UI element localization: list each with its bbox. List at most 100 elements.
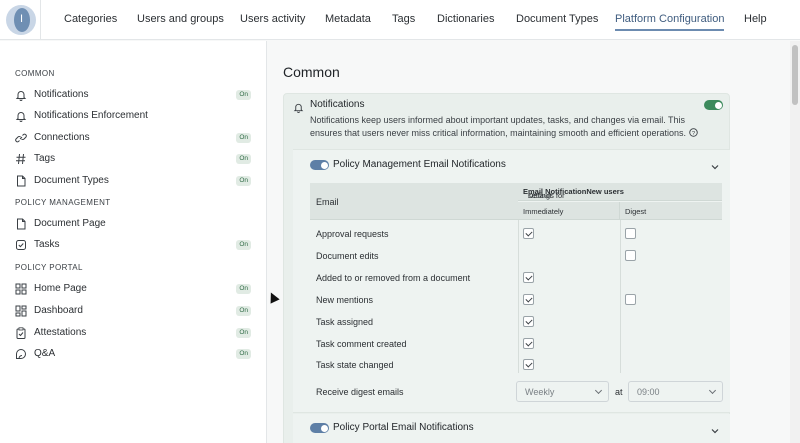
- nav-tags[interactable]: Tags: [392, 13, 415, 25]
- status-badge: On: [236, 349, 251, 359]
- sidebar: COMMON Notifications On Notifications En…: [0, 41, 267, 443]
- dashboard-icon: [15, 305, 27, 317]
- status-badge: On: [236, 306, 251, 316]
- nav-divider: [40, 0, 41, 40]
- table-row: New mentions: [310, 290, 722, 312]
- notifications-toggle[interactable]: [704, 100, 723, 110]
- table-row: Task comment created: [310, 334, 722, 356]
- sidebar-item-label: Tags: [34, 153, 56, 164]
- page-title: Common: [283, 64, 340, 80]
- nav-users-activity[interactable]: Users activity: [240, 13, 305, 25]
- added-removed-immediately-checkbox[interactable]: [523, 272, 534, 283]
- nav-document-types[interactable]: Document Types: [516, 13, 598, 25]
- sidebar-item-label: Document Page: [34, 218, 106, 229]
- email-settings-table: Email Default Email Notification setting…: [310, 183, 722, 373]
- sidebar-item-tasks[interactable]: Tasks On: [15, 238, 251, 254]
- table-row: Document edits: [310, 246, 722, 268]
- bell-icon: [15, 91, 27, 101]
- table-row: Added to or removed from a document: [310, 268, 722, 290]
- sidebar-item-dashboard[interactable]: Dashboard On: [15, 304, 251, 320]
- sidebar-item-document-types[interactable]: Document Types On: [15, 174, 251, 190]
- status-badge: On: [236, 284, 251, 294]
- nav-help[interactable]: Help: [744, 13, 767, 25]
- main-content: Common Notifications Notifications keep …: [268, 41, 790, 443]
- sidebar-section-policy-management: POLICY MANAGEMENT: [15, 198, 111, 207]
- digest-frequency-select[interactable]: Weekly: [516, 381, 609, 402]
- table-header-immediately: Immediately: [518, 202, 620, 220]
- sidebar-item-label: Home Page: [34, 283, 87, 294]
- scrollbar[interactable]: [790, 41, 800, 443]
- sidebar-item-tags[interactable]: Tags On: [15, 152, 251, 168]
- document-icon: [17, 218, 26, 230]
- clipboard-check-icon: [16, 327, 26, 339]
- chevron-down-icon: [594, 386, 603, 395]
- sidebar-item-document-page[interactable]: Document Page: [15, 217, 251, 233]
- logo-letter: I: [19, 13, 24, 25]
- notifications-title: Notifications: [310, 99, 365, 110]
- chevron-down-icon: [708, 386, 717, 395]
- table-header-group: Default Email Notification settings for …: [518, 183, 722, 201]
- table-header-digest: Digest: [620, 202, 722, 220]
- table-row: Approval requests: [310, 224, 722, 246]
- table-row: Task state changed: [310, 355, 722, 377]
- sidebar-section-common: COMMON: [15, 69, 55, 78]
- bell-icon: [293, 103, 304, 113]
- status-badge: On: [236, 328, 251, 338]
- link-icon: [15, 133, 27, 143]
- nav-categories[interactable]: Categories: [64, 13, 117, 25]
- sidebar-item-label: Notifications Enforcement: [34, 110, 148, 121]
- task-state-immediately-checkbox[interactable]: [523, 359, 534, 370]
- sidebar-section-policy-portal: POLICY PORTAL: [15, 263, 83, 272]
- table-header-email: Email: [310, 183, 518, 220]
- sidebar-item-label: Connections: [34, 132, 90, 143]
- status-badge: On: [236, 240, 251, 250]
- approval-requests-immediately-checkbox[interactable]: [523, 228, 534, 239]
- nav-dictionaries[interactable]: Dictionaries: [437, 13, 494, 25]
- sidebar-item-label: Tasks: [34, 239, 60, 250]
- status-badge: On: [236, 154, 251, 164]
- new-mentions-immediately-checkbox[interactable]: [523, 294, 534, 305]
- task-assigned-immediately-checkbox[interactable]: [523, 316, 534, 327]
- digest-label: Receive digest emails: [316, 387, 404, 397]
- chevron-down-icon[interactable]: [711, 163, 719, 171]
- notifications-description: Notifications keep users informed about …: [310, 114, 716, 139]
- sidebar-item-home-page[interactable]: Home Page On: [15, 282, 251, 298]
- sidebar-item-label: Q&A: [34, 348, 56, 359]
- document-edits-digest-checkbox[interactable]: [625, 250, 636, 261]
- sidebar-item-notifications[interactable]: Notifications On: [15, 88, 251, 104]
- chat-icon: [16, 349, 27, 359]
- policy-management-toggle[interactable]: [310, 160, 329, 170]
- help-icon[interactable]: ?: [688, 127, 698, 137]
- policy-portal-toggle[interactable]: [310, 423, 329, 433]
- policy-portal-title: Policy Portal Email Notifications: [333, 422, 474, 433]
- sidebar-item-label: Attestations: [34, 327, 87, 338]
- sidebar-item-label: Dashboard: [34, 305, 83, 316]
- nav-users-and-groups[interactable]: Users and groups: [137, 13, 224, 25]
- app-logo[interactable]: I: [6, 5, 36, 35]
- digest-time-select[interactable]: 09:00: [628, 381, 723, 402]
- sidebar-item-label: Document Types: [34, 175, 109, 186]
- sidebar-item-connections[interactable]: Connections On: [15, 131, 251, 147]
- document-icon: [17, 175, 26, 187]
- sidebar-item-label: Notifications: [34, 89, 89, 100]
- bell-icon: [15, 112, 27, 122]
- scrollbar-thumb[interactable]: [792, 45, 798, 105]
- chevron-down-icon[interactable]: [711, 427, 719, 435]
- grid-icon: [15, 283, 27, 295]
- approval-requests-digest-checkbox[interactable]: [625, 228, 636, 239]
- status-badge: On: [236, 133, 251, 143]
- policy-management-title: Policy Management Email Notifications: [333, 159, 506, 170]
- hash-icon: [16, 153, 26, 165]
- new-mentions-digest-checkbox[interactable]: [625, 294, 636, 305]
- at-label: at: [615, 387, 623, 397]
- task-comment-immediately-checkbox[interactable]: [523, 338, 534, 349]
- check-square-icon: [16, 240, 26, 250]
- sidebar-item-attestations[interactable]: Attestations On: [15, 326, 251, 342]
- status-badge: On: [236, 90, 251, 100]
- sidebar-item-notifications-enforcement[interactable]: Notifications Enforcement: [15, 109, 251, 125]
- sidebar-item-qa[interactable]: Q&A On: [15, 347, 251, 363]
- nav-metadata[interactable]: Metadata: [325, 13, 371, 25]
- nav-platform-configuration[interactable]: Platform Configuration: [615, 13, 725, 31]
- table-row: Task assigned: [310, 312, 722, 334]
- top-navigation: I Categories Users and groups Users acti…: [0, 0, 800, 40]
